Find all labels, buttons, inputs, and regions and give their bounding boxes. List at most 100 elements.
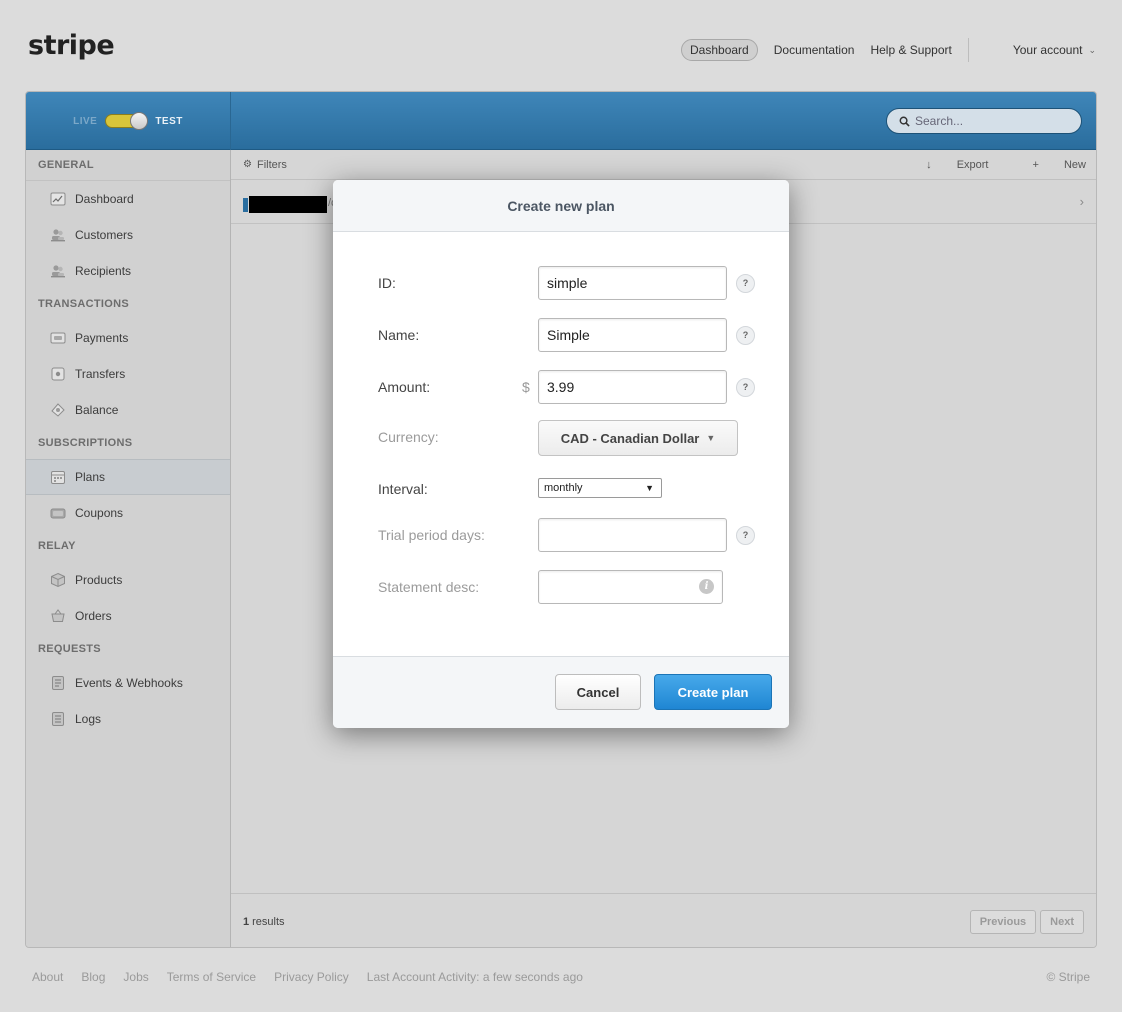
live-test-switch[interactable]: [105, 112, 149, 130]
recipients-icon: [51, 265, 65, 278]
sidebar-item-products[interactable]: Products: [26, 562, 230, 598]
chevron-down-icon: ⌄: [1088, 44, 1096, 55]
caret-down-icon: ▼: [706, 433, 716, 443]
export-button[interactable]: ↓ Export: [904, 159, 988, 171]
payments-icon: [50, 332, 66, 344]
transfers-icon: [51, 367, 65, 381]
pager: Previous Next: [966, 909, 1096, 934]
modal-title: Create new plan: [333, 180, 789, 232]
sidebar-item-balance[interactable]: Balance: [26, 392, 230, 428]
sidebar-item-orders[interactable]: Orders: [26, 598, 230, 634]
toolbar-actions: ↓ Export + New: [882, 159, 1096, 171]
help-icon[interactable]: ?: [736, 526, 755, 545]
amount-label: Amount:: [378, 379, 431, 395]
sidebar-section-subscriptions: SUBSCRIPTIONS: [38, 437, 133, 449]
sidebar-item-coupons[interactable]: Coupons: [26, 495, 230, 531]
sidebar-section-requests: REQUESTS: [38, 643, 101, 655]
export-icon: ↓: [926, 158, 932, 171]
switch-knob: [130, 112, 149, 130]
sidebar-item-label: Plans: [75, 470, 106, 484]
nav-documentation[interactable]: Documentation: [774, 43, 855, 57]
sidebar-item-events-webhooks[interactable]: Events & Webhooks: [26, 665, 230, 701]
sidebar-item-label: Orders: [75, 609, 112, 623]
plus-icon: +: [1032, 158, 1039, 171]
trial-label: Trial period days:: [378, 527, 485, 543]
new-button[interactable]: + New: [1010, 159, 1086, 171]
search-input[interactable]: Search...: [886, 108, 1082, 134]
account-menu[interactable]: Your account ⌄: [1013, 43, 1096, 57]
nav-separator: [967, 38, 969, 62]
sidebar-section-relay: RELAY: [38, 540, 76, 552]
id-input[interactable]: [538, 266, 727, 300]
coupons-icon: [50, 508, 66, 519]
statement-desc-input[interactable]: i: [538, 570, 723, 604]
test-label: TEST: [155, 115, 183, 127]
interval-label: Interval:: [378, 481, 428, 497]
stripe-logo[interactable]: stripe: [28, 30, 115, 61]
footer-link-blog[interactable]: Blog: [81, 970, 105, 984]
footer-link-privacy[interactable]: Privacy Policy: [274, 970, 349, 984]
results-count: 1: [243, 915, 250, 928]
products-icon: [51, 572, 65, 588]
sidebar-item-customers[interactable]: Customers: [26, 217, 230, 253]
sidebar-item-label: Payments: [75, 331, 129, 345]
footer-link-about[interactable]: About: [32, 970, 63, 984]
redacted-block: [249, 196, 327, 213]
chevron-right-icon: ›: [1079, 194, 1084, 209]
help-icon[interactable]: ?: [736, 326, 755, 345]
sidebar-item-payments[interactable]: Payments: [26, 320, 230, 356]
help-icon[interactable]: ?: [736, 378, 755, 397]
sidebar-item-transfers[interactable]: Transfers: [26, 356, 230, 392]
filters-label: Filters: [256, 158, 287, 171]
mode-toggle[interactable]: LIVE TEST: [26, 92, 231, 150]
currency-symbol: $: [522, 379, 530, 395]
nav-help-support[interactable]: Help & Support: [870, 43, 951, 57]
dashboard-icon: [50, 192, 66, 206]
statement-row: Statement desc: i: [333, 570, 789, 604]
sidebar-item-label: Logs: [75, 712, 102, 726]
filters-button[interactable]: ⚙ Filters: [243, 159, 287, 171]
cancel-button[interactable]: Cancel: [555, 674, 641, 710]
sidebar-item-dashboard[interactable]: Dashboard: [26, 181, 230, 217]
amount-input[interactable]: [538, 370, 727, 404]
create-plan-modal: Create new plan ID: ? Name: ? Amount: $ …: [333, 180, 789, 728]
trial-days-input[interactable]: [538, 518, 727, 552]
live-label: LIVE: [73, 115, 98, 127]
sidebar-section-general: GENERAL: [26, 150, 230, 181]
orders-icon: [51, 609, 65, 622]
id-row: ID: ?: [333, 266, 789, 300]
help-icon[interactable]: ?: [736, 274, 755, 293]
caret-down-icon: ▼: [645, 483, 654, 493]
footer-link-jobs[interactable]: Jobs: [123, 970, 148, 984]
plan-link-fragment: [243, 198, 248, 212]
results-label: results: [252, 915, 285, 928]
sidebar-item-label: Events & Webhooks: [75, 676, 183, 690]
currency-dropdown[interactable]: CAD - Canadian Dollar ▼: [538, 420, 738, 456]
nav-dashboard[interactable]: Dashboard: [681, 39, 758, 61]
name-input[interactable]: [538, 318, 727, 352]
sidebar-section-transactions: TRANSACTIONS: [38, 298, 129, 310]
interval-row: Interval: monthly ▼: [333, 472, 789, 506]
sidebar-item-recipients[interactable]: Recipients: [26, 253, 230, 289]
customers-icon: [51, 229, 65, 242]
list-toolbar: ⚙ Filters ↓ Export + New: [231, 150, 1096, 180]
copyright: © Stripe: [1046, 970, 1090, 984]
modal-footer: Cancel Create plan: [333, 656, 789, 728]
export-label: Export: [956, 158, 989, 171]
next-button[interactable]: Next: [1040, 909, 1084, 934]
amount-row: Amount: $ ?: [333, 370, 789, 404]
top-nav: Dashboard Documentation Help & Support Y…: [681, 38, 1096, 62]
sidebar-item-label: Dashboard: [75, 192, 134, 206]
sidebar-item-logs[interactable]: Logs: [26, 701, 230, 737]
info-icon[interactable]: i: [699, 579, 714, 594]
plans-icon: [51, 471, 65, 484]
search-placeholder: Search...: [915, 114, 964, 128]
interval-select[interactable]: monthly ▼: [538, 478, 662, 498]
currency-row: Currency: CAD - Canadian Dollar ▼: [333, 420, 789, 456]
footer-link-terms[interactable]: Terms of Service: [167, 970, 256, 984]
sidebar-item-label: Recipients: [75, 264, 132, 278]
previous-button[interactable]: Previous: [969, 909, 1037, 934]
pagination-bar: 1 results Previous Next: [231, 893, 1096, 947]
sidebar-item-plans[interactable]: Plans: [26, 459, 230, 495]
create-plan-button[interactable]: Create plan: [654, 674, 772, 710]
